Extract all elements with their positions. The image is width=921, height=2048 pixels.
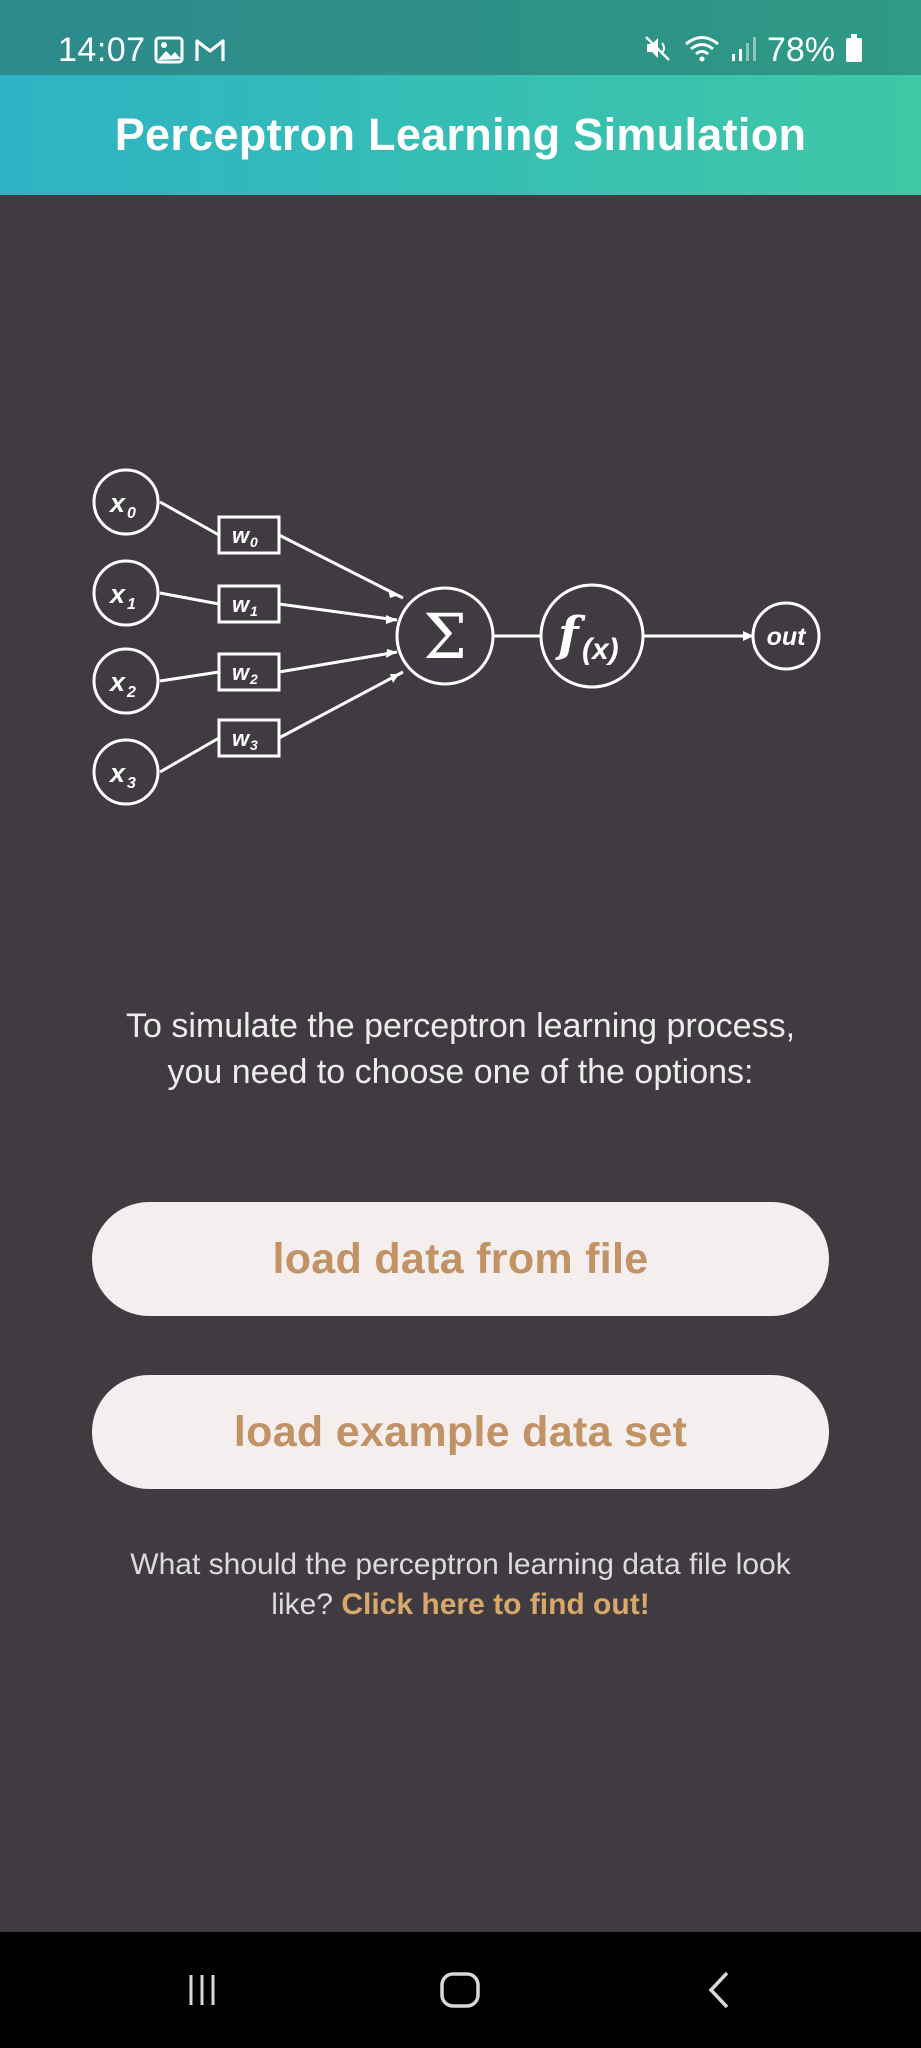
load-example-data-set-button[interactable]: load example data set: [92, 1375, 829, 1489]
sum-symbol: Σ: [423, 600, 467, 673]
battery-percentage: 78%: [766, 31, 835, 69]
input-subscript: 2: [126, 684, 136, 701]
weight-label: w: [232, 523, 251, 548]
recents-icon[interactable]: [172, 1960, 232, 2020]
input-subscript: 0: [127, 505, 136, 522]
battery-icon: [845, 33, 863, 68]
input-label: x: [108, 579, 126, 609]
status-notification-icons: [154, 36, 226, 69]
weight-label: w: [232, 726, 251, 751]
page-title: Perceptron Learning Simulation: [114, 109, 807, 160]
status-system-icons: 78%: [643, 30, 863, 70]
instructions-text: To simulate the perceptron learning proc…: [125, 1007, 796, 1091]
input-node-circle: [92, 468, 160, 536]
wifi-icon: [683, 33, 721, 68]
input-node-circle: [92, 559, 160, 627]
weight-subscript: 1: [250, 603, 258, 619]
weight-label: w: [232, 660, 251, 685]
status-bar: 14:07 78%: [0, 0, 921, 75]
gmail-icon: [194, 37, 226, 68]
perceptron-diagram: x 0 x 1 x 2 x 3 w 0 w 1 w 2 w 3 f (x) ou…: [80, 455, 840, 825]
perceptron-diagram-svg: x 0 x 1 x 2 x 3 w 0 w 1 w 2 w 3 f (x) ou…: [92, 468, 821, 806]
input-label: x: [108, 488, 126, 518]
load-data-from-file-button[interactable]: load data from file: [92, 1202, 829, 1316]
input-node-circle: [92, 738, 160, 806]
app-header: Perceptron Learning Simulation: [0, 75, 921, 195]
input-label: x: [108, 667, 126, 697]
weight-subscript: 2: [249, 671, 258, 687]
input-label: x: [108, 758, 126, 788]
mute-icon: [643, 33, 673, 68]
input-subscript: 3: [127, 775, 136, 792]
weight-subscript: 0: [250, 534, 258, 550]
help-text: What should the perceptron learning data…: [110, 1545, 811, 1625]
back-icon[interactable]: [690, 1960, 750, 2020]
weight-subscript: 3: [250, 737, 258, 753]
home-icon[interactable]: [430, 1960, 490, 2020]
status-time: 14:07: [58, 31, 146, 69]
input-node-circle: [92, 647, 160, 715]
gallery-icon: [154, 36, 184, 69]
arrowhead: [386, 615, 397, 624]
navigation-bar: [0, 1932, 921, 2048]
weight-label: w: [232, 592, 251, 617]
output-label: out: [767, 623, 808, 651]
help-link[interactable]: Click here to find out!: [341, 1588, 649, 1621]
input-subscript: 1: [127, 596, 136, 613]
activation-argument-label: (x): [582, 633, 619, 666]
signal-icon: [731, 34, 757, 67]
